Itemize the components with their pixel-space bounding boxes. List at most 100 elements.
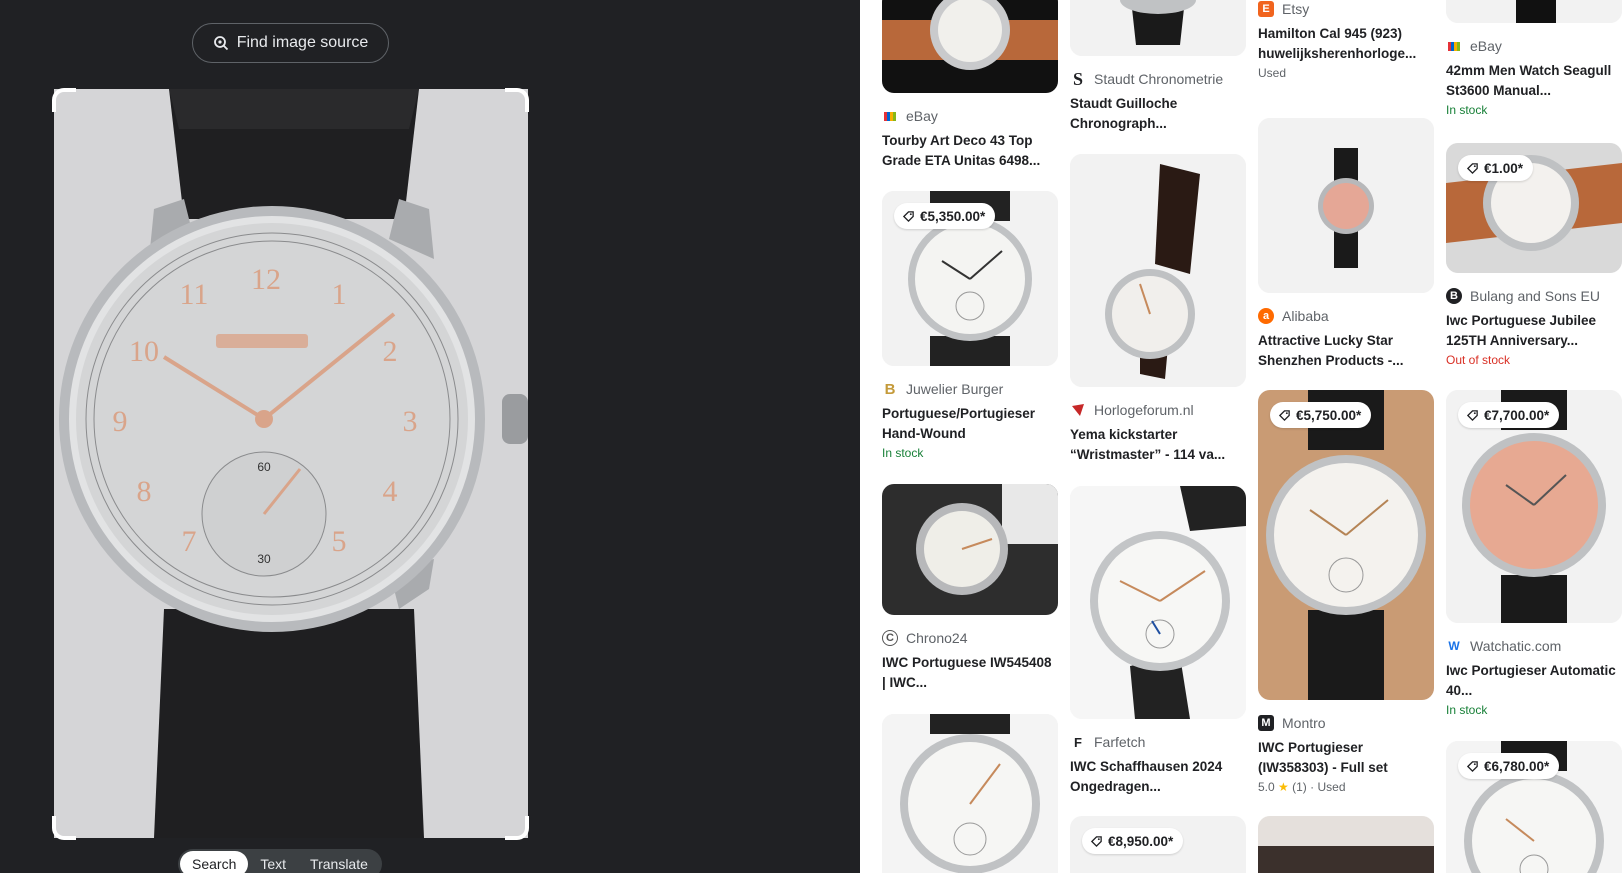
star-icon: ★ — [1278, 780, 1289, 794]
chrono24-icon: C — [882, 630, 898, 646]
result-card[interactable]: €7,700.00* W Watchatic.com Iwc Portugies… — [1446, 390, 1622, 717]
result-thumbnail[interactable] — [1070, 0, 1246, 56]
result-card[interactable]: eBay 42mm Men Watch Seagull St3600 Manua… — [1446, 0, 1622, 117]
alibaba-icon: a — [1258, 308, 1274, 324]
result-source: eBay — [882, 107, 1058, 125]
result-card[interactable] — [1258, 816, 1434, 873]
result-source: eBay — [1446, 37, 1622, 55]
result-thumbnail[interactable]: €1.00* — [1446, 143, 1622, 273]
svg-text:11: 11 — [180, 278, 209, 311]
result-source: F Farfetch — [1070, 733, 1246, 751]
result-card[interactable]: C Chrono24 IWC Portuguese IW545408 | IWC… — [882, 484, 1058, 693]
price-badge: €1.00* — [1458, 155, 1534, 181]
etsy-icon: E — [1258, 1, 1274, 17]
crop-handle-top-right[interactable] — [505, 88, 529, 112]
source-name: eBay — [1470, 38, 1502, 54]
result-card[interactable]: a Alibaba Attractive Lucky Star Shenzhen… — [1258, 118, 1434, 371]
price-tag-icon — [902, 210, 914, 222]
watch-thumbnail-image — [1258, 390, 1434, 700]
result-title[interactable]: Portuguese/Portugieser Hand-Wound — [882, 404, 1058, 444]
result-card[interactable]: €5,350.00* B Juwelier Burger Portuguese/… — [882, 191, 1058, 460]
crop-handle-top-left[interactable] — [52, 88, 76, 112]
result-source: Horlogeforum.nl — [1070, 401, 1246, 419]
svg-text:10: 10 — [129, 335, 159, 368]
find-image-source-button[interactable]: Find image source — [192, 23, 389, 63]
svg-text:60: 60 — [257, 460, 271, 474]
result-card[interactable]: €5,750.00* M Montro IWC Portugieser (IW3… — [1258, 390, 1434, 794]
result-thumbnail[interactable]: €5,350.00* — [882, 191, 1058, 366]
price-badge: €7,700.00* — [1458, 402, 1560, 428]
result-title[interactable]: 42mm Men Watch Seagull St3600 Manual... — [1446, 61, 1622, 101]
watch-thumbnail-image — [882, 0, 1058, 93]
staudt-icon: S — [1070, 69, 1086, 89]
svg-text:3: 3 — [403, 405, 418, 438]
result-card[interactable]: Horlogeforum.nl Yema kickstarter “Wristm… — [1070, 154, 1246, 465]
tab-translate[interactable]: Translate — [298, 851, 380, 873]
result-title[interactable]: Hamilton Cal 945 (923) huwelijksherenhor… — [1258, 24, 1434, 64]
svg-text:7: 7 — [182, 525, 197, 558]
result-title[interactable]: Iwc Portugieser Automatic 40... — [1446, 661, 1622, 701]
result-title[interactable]: Attractive Lucky Star Shenzhen Products … — [1258, 331, 1434, 371]
price-badge: €5,350.00* — [894, 203, 996, 229]
lens-mode-tabs: Search Text Translate — [178, 849, 382, 873]
crop-handle-bottom-left[interactable] — [52, 816, 76, 840]
result-card[interactable]: S Staudt Chronometrie Staudt Guilloche C… — [1070, 0, 1246, 134]
result-thumbnail[interactable]: €8,950.00* — [1070, 816, 1246, 873]
result-thumbnail[interactable]: €5,750.00* — [1258, 390, 1434, 700]
result-thumbnail[interactable]: €7,700.00* — [1446, 390, 1622, 623]
tab-search[interactable]: Search — [180, 851, 249, 873]
result-title[interactable]: Yema kickstarter “Wristmaster” - 114 va.… — [1070, 425, 1246, 465]
source-name: Bulang and Sons EU — [1470, 288, 1600, 304]
result-title[interactable]: IWC Schaffhausen 2024 Ongedragen... — [1070, 757, 1246, 797]
result-title[interactable]: Staudt Guilloche Chronograph... — [1070, 94, 1246, 134]
result-card[interactable]: €8,950.00* — [1070, 816, 1246, 873]
result-card[interactable]: €6,780.00* — [1446, 741, 1622, 873]
source-name: Horlogeforum.nl — [1094, 402, 1194, 418]
result-card[interactable]: €1.00* B Bulang and Sons EU Iwc Portugue… — [1446, 143, 1622, 367]
watchatic-icon: W — [1446, 638, 1462, 654]
ebay-icon — [882, 108, 898, 124]
result-card[interactable]: F Farfetch IWC Schaffhausen 2024 Ongedra… — [1070, 486, 1246, 797]
separator-dot: · — [1310, 780, 1315, 794]
result-source: C Chrono24 — [882, 629, 1058, 647]
selected-image[interactable]: 12 10 2 9 3 8 4 7 5 11 1 60 30 — [54, 89, 528, 838]
tab-text[interactable]: Text — [248, 851, 298, 873]
watch-thumbnail-image — [1258, 816, 1434, 873]
result-source: E Etsy — [1258, 0, 1434, 18]
result-thumbnail[interactable] — [882, 0, 1058, 93]
montro-icon: M — [1258, 715, 1274, 731]
find-image-source-label: Find image source — [236, 34, 369, 51]
source-name: Alibaba — [1282, 308, 1329, 324]
result-thumbnail[interactable] — [1070, 154, 1246, 387]
price-value: €7,700.00* — [1484, 407, 1550, 423]
result-card[interactable] — [882, 714, 1058, 873]
result-title[interactable]: IWC Portugieser (IW358303) - Full set — [1258, 738, 1434, 778]
crop-handle-bottom-right[interactable] — [505, 816, 529, 840]
result-title[interactable]: Tourby Art Deco 43 Top Grade ETA Unitas … — [882, 131, 1058, 171]
watch-image: 12 10 2 9 3 8 4 7 5 11 1 60 30 — [54, 89, 528, 838]
result-thumbnail[interactable] — [1258, 118, 1434, 293]
watch-thumbnail-image — [1070, 0, 1246, 56]
result-card[interactable]: eBay Tourby Art Deco 43 Top Grade ETA Un… — [882, 0, 1058, 171]
svg-text:30: 30 — [257, 552, 271, 566]
result-thumbnail[interactable] — [1258, 816, 1434, 873]
result-thumbnail[interactable]: €6,780.00* — [1446, 741, 1622, 873]
visual-matches-grid: eBay Tourby Art Deco 43 Top Grade ETA Un… — [860, 0, 1623, 873]
condition-status: Used — [1258, 66, 1287, 80]
result-title[interactable]: IWC Portuguese IW545408 | IWC... — [882, 653, 1058, 693]
result-card[interactable]: E Etsy Hamilton Cal 945 (923) huwelijksh… — [1258, 0, 1434, 80]
svg-text:12: 12 — [251, 263, 281, 296]
result-thumbnail[interactable] — [1070, 486, 1246, 719]
result-thumbnail[interactable] — [882, 484, 1058, 615]
price-tag-icon — [1466, 760, 1478, 772]
farfetch-icon: F — [1070, 734, 1086, 750]
price-tag-icon — [1466, 409, 1478, 421]
result-thumbnail[interactable] — [882, 714, 1058, 873]
price-value: €5,350.00* — [920, 208, 986, 224]
bulang-and-sons-icon: B — [1446, 288, 1462, 304]
rating-count: (1) — [1292, 780, 1307, 794]
result-title[interactable]: Iwc Portuguese Jubilee 125TH Anniversary… — [1446, 311, 1622, 351]
result-thumbnail[interactable] — [1446, 0, 1622, 23]
price-badge: €8,950.00* — [1082, 828, 1184, 854]
price-tag-icon — [1090, 835, 1102, 847]
